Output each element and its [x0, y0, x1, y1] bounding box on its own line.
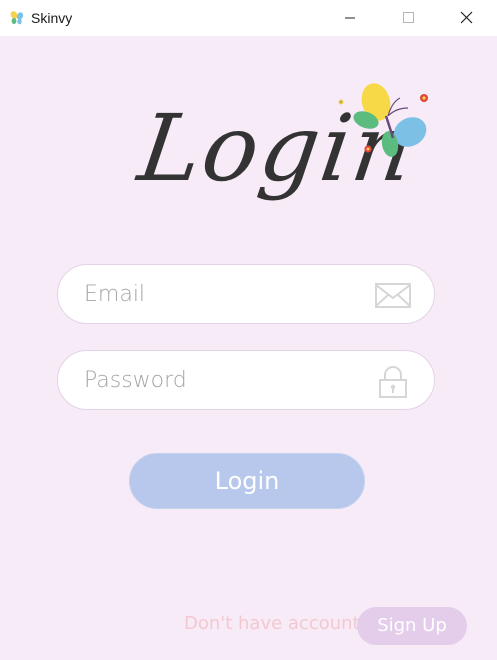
minimize-button[interactable] — [327, 0, 373, 36]
no-account-prompt: Don't have account? — [184, 613, 370, 634]
envelope-icon — [375, 283, 411, 308]
close-icon — [460, 11, 473, 24]
app-logo-icon — [9, 10, 25, 26]
title-bar: Skinvy — [0, 0, 497, 36]
login-button[interactable]: Login — [129, 453, 365, 509]
password-input[interactable] — [84, 362, 354, 398]
lock-icon — [379, 366, 407, 398]
maximize-button[interactable] — [385, 0, 431, 36]
minimize-icon — [345, 17, 355, 19]
email-field-container — [57, 264, 435, 324]
maximize-icon — [403, 12, 414, 23]
butterfly-icon — [338, 83, 428, 157]
email-input[interactable] — [84, 276, 354, 312]
close-button[interactable] — [443, 0, 489, 36]
sign-up-button[interactable]: Sign Up — [357, 607, 467, 645]
app-window: Skinvy Login Email Login Don't have acco… — [0, 0, 497, 660]
window-title: Skinvy — [31, 10, 73, 26]
password-field-container — [57, 350, 435, 410]
